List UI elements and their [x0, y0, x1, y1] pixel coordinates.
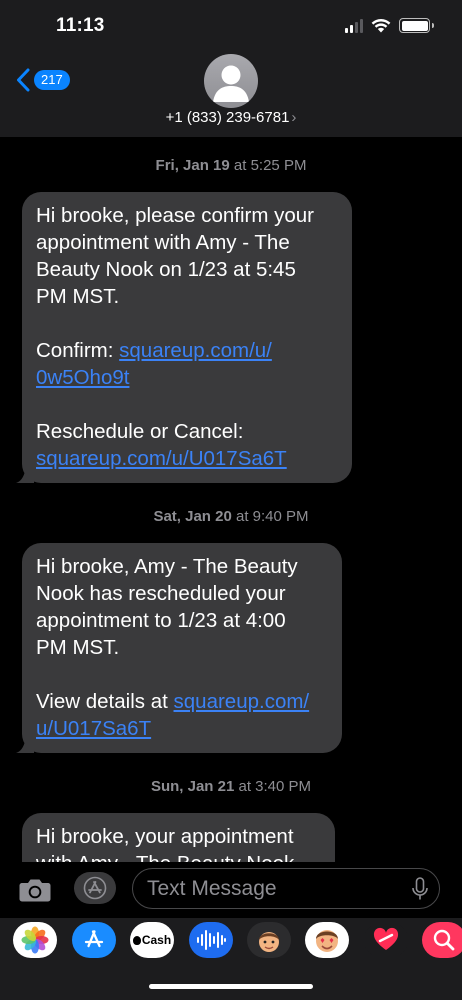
- timestamp-day: Sun, Jan 21: [150, 778, 235, 795]
- person-icon: [213, 65, 249, 102]
- memoji-stickers-app-button[interactable]: [305, 922, 349, 958]
- unread-count-badge: 217: [34, 70, 70, 90]
- bubble-tail: [16, 735, 34, 753]
- wifi-icon: [371, 18, 391, 33]
- conversation-header: 11:13 217 +1 (833) 239-6781 ›: [0, 0, 462, 137]
- images-search-app-button[interactable]: [422, 922, 462, 958]
- contact-avatar[interactable]: [204, 54, 258, 108]
- contact-number: +1 (833) 239-6781: [165, 109, 290, 126]
- cellular-signal-icon: [345, 18, 363, 33]
- contact-name[interactable]: +1 (833) 239-6781 ›: [0, 109, 462, 126]
- app-store-app-button[interactable]: [72, 922, 116, 958]
- message-line: Hi brooke, your appointment: [36, 825, 294, 848]
- audio-message-app-icon: [197, 930, 226, 950]
- app-store-app-icon: [84, 930, 104, 948]
- message-timestamp: Fri, Jan 19 at 5:25 PM: [0, 157, 462, 174]
- timestamp-day: Fri, Jan 19: [155, 157, 230, 174]
- message-timestamp: Sun, Jan 21 at 3:40 PM: [0, 778, 462, 795]
- memoji-app-button[interactable]: [247, 922, 291, 958]
- message-text-field[interactable]: [132, 868, 440, 909]
- message-bubble[interactable]: Hi brooke, Amy - The Beauty Nook has res…: [16, 543, 342, 753]
- battery-icon: [399, 18, 434, 33]
- compose-bar: [0, 862, 462, 916]
- audio-message-app-button[interactable]: [189, 922, 233, 958]
- status-icons: [345, 18, 434, 33]
- images-search-app-icon: [433, 929, 455, 951]
- camera-icon[interactable]: [18, 877, 52, 903]
- timestamp-day: Sat, Jan 20: [153, 508, 232, 525]
- digital-touch-app-icon: [373, 927, 399, 950]
- chevron-right-icon: ›: [291, 109, 297, 126]
- message-timestamp: Sat, Jan 20 at 9:40 PM: [0, 508, 462, 525]
- view-details-label: View details at: [36, 690, 174, 713]
- photos-app-button[interactable]: [13, 922, 57, 958]
- reschedule-link[interactable]: squareup.com/u/U017Sa6T: [36, 447, 287, 470]
- digital-touch-app-button[interactable]: [364, 922, 408, 958]
- message-bubble[interactable]: Hi brooke, please confirm your appointme…: [16, 192, 352, 483]
- back-button[interactable]: 217: [16, 68, 70, 92]
- apple-logo-icon: [132, 935, 141, 945]
- microphone-icon[interactable]: [411, 877, 429, 901]
- bubble-tail: [16, 465, 34, 483]
- memoji-stickers-app-icon: [316, 930, 338, 952]
- home-indicator[interactable]: [149, 984, 313, 989]
- confirm-label: Confirm:: [36, 339, 120, 362]
- message-line: Hi brooke, please confirm your: [36, 204, 315, 227]
- view-details-link-continued[interactable]: u/U017Sa6T: [36, 717, 151, 740]
- app-store-icon: [83, 876, 107, 900]
- photos-app-icon: [21, 926, 49, 954]
- timestamp-time: at 5:25 PM: [233, 157, 307, 174]
- timestamp-time: at 9:40 PM: [236, 508, 309, 525]
- message-input[interactable]: [147, 875, 397, 903]
- chevron-left-icon: [17, 68, 30, 92]
- apple-cash-app-button[interactable]: Cash: [130, 922, 174, 958]
- view-details-link[interactable]: squareup.com/: [174, 690, 310, 713]
- message-line: PM MST.: [36, 285, 120, 308]
- message-line: appointment with Amy - The: [36, 231, 290, 254]
- message-line: Hi brooke, Amy - The Beauty: [36, 555, 298, 578]
- message-line: Beauty Nook on 1/23 at 5:45: [36, 258, 296, 281]
- reschedule-label: Reschedule or Cancel:: [36, 420, 244, 443]
- confirm-link[interactable]: squareup.com/u/: [119, 339, 272, 362]
- timestamp-time: at 3:40 PM: [238, 778, 312, 795]
- app-store-button[interactable]: [74, 872, 116, 904]
- apple-cash-app-icon: Cash: [141, 933, 172, 947]
- message-line: Nook has rescheduled your: [36, 582, 286, 605]
- message-line: PM MST.: [36, 636, 120, 659]
- message-line: appointment to 1/23 at 4:00: [36, 609, 286, 632]
- memoji-app-icon: [259, 932, 279, 952]
- confirm-link-continued[interactable]: 0w5Oho9t: [36, 366, 129, 389]
- status-time: 11:13: [56, 15, 105, 36]
